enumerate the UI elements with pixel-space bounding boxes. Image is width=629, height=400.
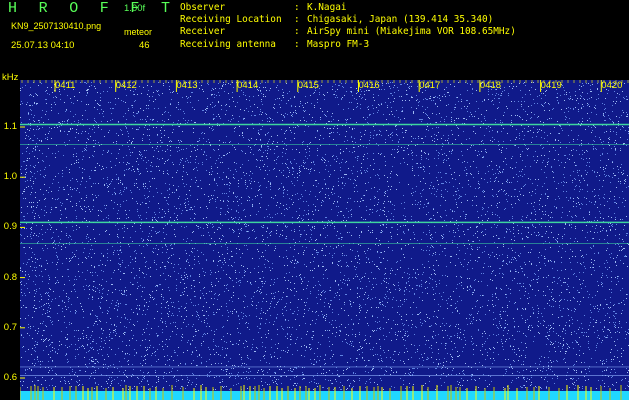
info-value: Maspro FM-3 [307, 38, 370, 50]
x-tick-label: 0416 [358, 80, 380, 91]
info-row-location: Receiving Location: Chigasaki, Japan (139… [180, 14, 516, 26]
x-tick-label: 0420 [601, 80, 623, 91]
info-key: Receiving Location [180, 14, 282, 26]
x-tick-label: 0419 [540, 80, 562, 91]
info-colon: : [294, 26, 300, 38]
info-colon: : [294, 2, 300, 13]
x-tick-label: 0414 [237, 80, 259, 91]
header-title: H R O F F T [8, 0, 177, 17]
x-tick-label: 0415 [297, 80, 319, 91]
info-row-antenna: Receiving antenna: Maspro FM-3 [180, 39, 516, 51]
header-count: 46 [139, 40, 150, 51]
info-colon: : [294, 14, 300, 26]
info-value: AirSpy mini (Miakejima VOR 108.65MHz) [307, 26, 516, 38]
y-tick-label: 1.1 [3, 121, 17, 132]
header-filename: KN9_2507130410.png [11, 21, 102, 31]
x-tick-label: 0418 [479, 80, 502, 91]
info-colon: : [294, 38, 300, 50]
y-tick-label: 1.0 [3, 171, 17, 183]
y-tick-label: 0.8 [3, 271, 17, 283]
info-key: Receiver [180, 26, 226, 38]
y-tick-label: 0.9 [3, 221, 17, 233]
y-tick-label: 0.7 [3, 321, 17, 333]
x-tick-label: 0417 [419, 80, 441, 91]
info-row-observer: Observer: K.Nagai [180, 2, 516, 14]
x-tick-label: 0413 [176, 80, 198, 91]
bottom-cyan-band [20, 391, 629, 400]
y-tick-label: 0.6 [3, 372, 17, 383]
x-tick-label: 0411 [55, 80, 76, 91]
info-row-receiver: Receiver: AirSpy mini (Miakejima VOR 108.… [180, 26, 516, 38]
info-panel: Observer: K.Nagai Receiving Location: Chig… [180, 2, 516, 51]
header-version: 1.00f [124, 3, 146, 14]
info-key: Receiving antenna [180, 38, 276, 50]
info-value: Chigasaki, Japan (139.414 35.340) [307, 14, 494, 26]
header-datetime: 25.07.13 04:10 [11, 40, 75, 51]
x-tick-label: 0412 [115, 80, 137, 91]
info-value: K.Nagai [307, 2, 347, 13]
header-unit-label: meteor [124, 27, 153, 37]
y-unit-label: kHz [2, 72, 19, 83]
spectrogram-plot [20, 80, 629, 400]
info-key: Observer [180, 2, 226, 13]
